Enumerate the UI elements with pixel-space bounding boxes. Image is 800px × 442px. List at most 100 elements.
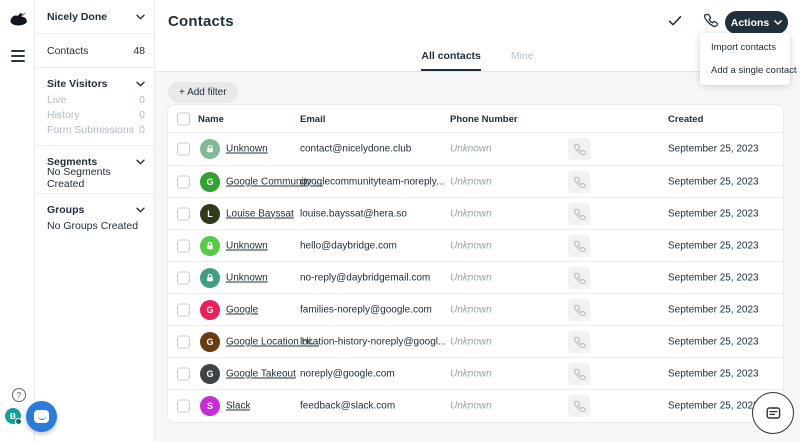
menu-icon[interactable] — [11, 50, 25, 65]
contact-email: louise.bayssat@hera.so — [300, 208, 407, 219]
phone-header-button[interactable] — [701, 13, 719, 31]
actions-button[interactable]: Actions — [725, 11, 788, 34]
avatar: G — [200, 172, 220, 192]
column-header-phone: Phone Number — [450, 114, 518, 125]
contact-name-link[interactable]: Unknown — [226, 240, 268, 251]
sidebar-section-groups: Groups No Groups Created — [35, 194, 154, 241]
workspace-logo-icon[interactable] — [8, 10, 30, 30]
row-checkbox[interactable] — [177, 207, 190, 220]
contacts-count: 48 — [133, 44, 145, 57]
lock-icon — [207, 144, 213, 153]
call-button[interactable] — [568, 267, 590, 289]
select-all-checkbox[interactable] — [177, 112, 190, 126]
chevron-down-icon — [136, 207, 145, 213]
contact-email: feedback@slack.com — [300, 400, 396, 411]
call-button[interactable] — [568, 395, 590, 417]
row-checkbox[interactable] — [177, 142, 190, 156]
workspace-switcher[interactable]: Nicely Done — [35, 0, 154, 34]
contact-name-link[interactable]: Unknown — [226, 272, 268, 283]
section-title: Site Visitors — [47, 78, 108, 90]
row-checkbox[interactable] — [177, 271, 190, 284]
chevron-down-icon — [136, 81, 145, 87]
call-button[interactable] — [568, 363, 590, 385]
note-icon — [766, 407, 780, 419]
call-button[interactable] — [568, 331, 590, 353]
sidebar: Nicely Done Contacts 48 Site Visitors Li… — [35, 0, 155, 442]
row-checkbox[interactable] — [177, 239, 190, 252]
check-icon — [668, 15, 682, 25]
call-button[interactable] — [568, 138, 590, 160]
add-filter-button[interactable]: + Add filter — [168, 82, 238, 103]
workspace-name: Nicely Done — [47, 10, 108, 23]
contact-phone: Unknown — [450, 272, 492, 283]
avatar — [200, 236, 220, 256]
contact-email: googlecommunityteam-noreply... — [300, 176, 445, 187]
contact-name-link[interactable]: Slack — [226, 400, 250, 411]
avatar: G — [200, 300, 220, 320]
contact-phone: Unknown — [450, 368, 492, 379]
menu-item-import-contacts[interactable]: Import contacts — [700, 36, 790, 59]
row-checkbox[interactable] — [177, 335, 190, 348]
avatar: G — [200, 332, 220, 352]
contact-email: location-history-noreply@googl... — [300, 336, 445, 347]
tab-all-contacts[interactable]: All contacts — [421, 50, 481, 71]
contact-name-link[interactable]: Unknown — [226, 144, 268, 155]
menu-item-add-single-contact[interactable]: Add a single contact — [700, 59, 797, 82]
tasks-check-button[interactable] — [666, 13, 684, 31]
table-row: G Google families-noreply@google.com Unk… — [168, 293, 783, 325]
contacts-table-card: Name Email Phone Number Created Unknown … — [168, 105, 783, 422]
table-row: L Louise Bayssat louise.bayssat@hera.so … — [168, 197, 783, 229]
contact-name-link[interactable]: Google Takeout — [226, 368, 296, 379]
contact-phone: Unknown — [450, 336, 492, 347]
contact-email: contact@nicelydone.club — [300, 143, 412, 155]
left-rail: ? B — [0, 0, 35, 442]
avatar-letter: G — [206, 177, 214, 187]
section-header-groups[interactable]: Groups — [47, 202, 145, 218]
section-header-site-visitors[interactable]: Site Visitors — [47, 76, 145, 92]
call-button[interactable] — [568, 235, 590, 257]
help-button[interactable]: ? — [12, 388, 26, 402]
sidebar-section-segments: Segments No Segments Created — [35, 146, 154, 194]
contact-phone: Unknown — [450, 240, 492, 251]
avatar-letter: L — [207, 209, 213, 219]
row-checkbox[interactable] — [177, 399, 190, 412]
row-checkbox[interactable] — [177, 367, 190, 380]
contact-created: September 25, 2023 — [668, 272, 759, 283]
phone-icon — [573, 240, 586, 252]
sidebar-item-contacts[interactable]: Contacts 48 — [35, 34, 154, 68]
phone-icon — [573, 176, 586, 188]
table-row: S Slack feedback@slack.com Unknown Septe… — [168, 389, 783, 421]
sidebar-item-form-submissions[interactable]: Form Submissions 0 — [47, 122, 145, 137]
groups-empty-text: No Groups Created — [47, 219, 139, 232]
call-button[interactable] — [568, 299, 590, 321]
contact-phone: Unknown — [450, 208, 492, 219]
call-button[interactable] — [568, 203, 590, 225]
sidebar-item-history[interactable]: History 0 — [47, 107, 145, 122]
avatar-letter: G — [206, 305, 214, 315]
contact-created: September 25, 2023 — [668, 400, 759, 411]
status-badge[interactable]: B — [5, 408, 22, 425]
lock-icon — [207, 273, 213, 282]
call-button[interactable] — [568, 171, 590, 193]
contact-name-link[interactable]: Louise Bayssat — [226, 208, 294, 219]
contact-phone: Unknown — [450, 176, 492, 187]
table-row: Unknown no-reply@daybridgemail.com Unkno… — [168, 261, 783, 293]
column-header-created: Created — [668, 114, 704, 125]
feedback-note-button[interactable] — [752, 392, 794, 434]
sidebar-item-live[interactable]: Live 0 — [47, 92, 145, 107]
sidebar-section-site-visitors: Site Visitors Live 0 History 0 Form Subm… — [35, 68, 154, 146]
page-title: Contacts — [168, 13, 234, 30]
tab-mine[interactable]: Mine — [511, 50, 534, 71]
row-checkbox[interactable] — [177, 175, 190, 188]
chat-launcher-button[interactable] — [26, 401, 57, 432]
actions-label: Actions — [730, 16, 770, 29]
phone-icon — [573, 336, 586, 348]
contact-created: September 25, 2023 — [668, 304, 759, 315]
chevron-down-icon — [136, 159, 145, 165]
phone-icon — [573, 143, 586, 155]
row-checkbox[interactable] — [177, 303, 190, 316]
phone-icon — [573, 304, 586, 316]
phone-icon — [573, 272, 586, 284]
avatar — [200, 268, 220, 288]
contact-name-link[interactable]: Google — [226, 304, 258, 315]
